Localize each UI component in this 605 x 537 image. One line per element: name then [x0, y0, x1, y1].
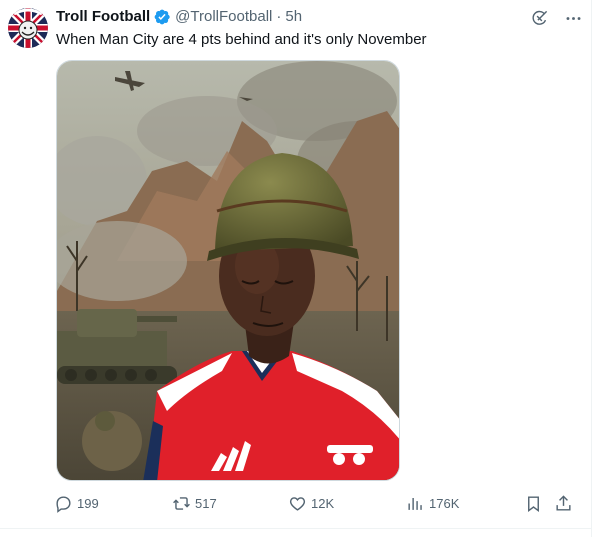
- bookmark-button[interactable]: [524, 491, 543, 515]
- verified-badge-icon[interactable]: [153, 8, 171, 26]
- tweet-header: Troll Football @TrollFootball · 5h: [56, 7, 302, 27]
- troll-face-union-jack-icon: [8, 8, 48, 48]
- column-border: [591, 0, 592, 537]
- tweet-media[interactable]: [56, 60, 400, 481]
- timestamp[interactable]: 5h: [285, 7, 302, 27]
- bookmark-icon: [528, 495, 539, 512]
- tweet-top-actions: [529, 8, 583, 28]
- soldier-helmet-photo: [57, 61, 399, 480]
- handle[interactable]: @TrollFootball: [175, 7, 272, 27]
- avatar[interactable]: [8, 8, 48, 48]
- share-icon: [556, 494, 571, 511]
- grok-icon[interactable]: [529, 8, 549, 28]
- heart-icon: [289, 496, 306, 511]
- retweet-button[interactable]: 517: [172, 491, 217, 515]
- reply-count: 199: [77, 495, 99, 511]
- tweet-actions: 199 517 12K 176K: [52, 491, 582, 515]
- retweet-icon: [173, 496, 190, 510]
- more-icon[interactable]: [563, 8, 583, 28]
- tweet-text: When Man City are 4 pts behind and it's …: [56, 31, 427, 48]
- separator-dot: ·: [276, 8, 282, 25]
- like-count: 12K: [311, 495, 335, 511]
- share-button[interactable]: [554, 491, 573, 515]
- retweet-count: 517: [195, 495, 217, 511]
- display-name[interactable]: Troll Football: [56, 7, 150, 27]
- next-tweet-peek: [60, 532, 260, 537]
- reply-button[interactable]: 199: [54, 491, 99, 515]
- views-button[interactable]: 176K: [406, 491, 459, 515]
- reply-icon: [56, 495, 71, 513]
- like-button[interactable]: 12K: [288, 491, 334, 515]
- views-count: 176K: [429, 495, 460, 511]
- tweet-divider: [0, 528, 591, 529]
- views-icon: [408, 497, 422, 510]
